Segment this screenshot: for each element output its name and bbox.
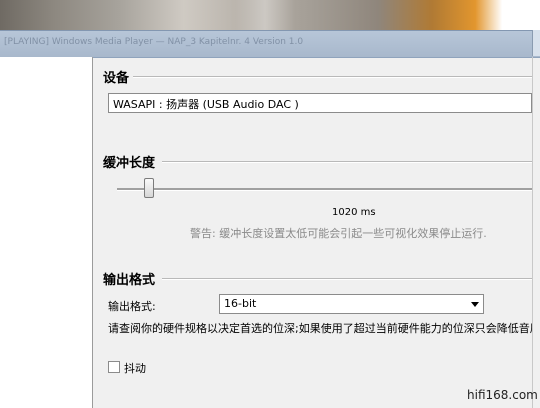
output-format-label: 输出格式: [108,300,156,313]
device-select-value: WASAPI : 扬声器 (USB Audio DAC ) [113,98,299,111]
window-control[interactable] [532,30,540,56]
buffer-section-title: 缓冲长度 [103,156,156,171]
category-list-panel[interactable] [0,57,93,408]
buffer-section-divider [162,161,532,163]
window-title: [PLAYING] Windows Media Player — NAP_3 K… [4,37,304,47]
buffer-slider-track[interactable] [117,188,532,191]
site-watermark: hifi168.com [467,388,538,402]
device-section-divider [133,76,532,78]
buffer-slider-thumb[interactable] [144,178,154,198]
chevron-down-icon [471,302,479,307]
bit-depth-hint: 请查阅你的硬件规格以决定首选的位深;如果使用了超过当前硬件能力的位深只会降低音质… [108,322,532,335]
dither-checkbox-label[interactable]: 抖动 [124,360,146,376]
device-select[interactable]: WASAPI : 扬声器 (USB Audio DAC ) [108,93,532,113]
dither-checkbox[interactable] [108,361,120,373]
output-section-title: 输出格式 [103,273,156,288]
device-section-title: 设备 [103,71,130,86]
panel-border [532,57,533,408]
window-titlebar[interactable]: [PLAYING] Windows Media Player — NAP_3 K… [0,30,540,58]
output-format-value: 16-bit [224,297,257,310]
background-photo-strip [0,0,540,30]
buffer-warning-text: 警告: 缓冲长度设置太低可能会引起一些可视化效果停止运行. [190,227,487,240]
buffer-value-label: 1020 ms [332,207,376,218]
output-format-select[interactable]: 16-bit [219,294,484,314]
output-section-divider [162,278,532,280]
